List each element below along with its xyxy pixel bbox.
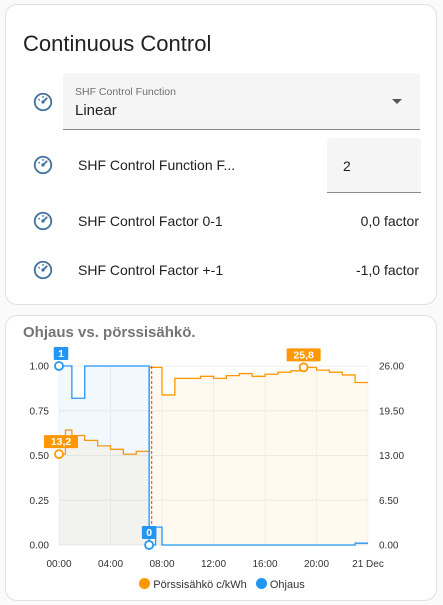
annotation-label: 0 <box>146 527 152 539</box>
gauge-icon <box>33 92 53 112</box>
legend-item-control[interactable]: Ohjaus <box>255 578 305 591</box>
legend-swatch <box>255 578 267 589</box>
y-right-tick-label: 26.00 <box>379 362 404 373</box>
continuous-control-card: Continuous Control SHF Control Function … <box>5 4 437 305</box>
legend-swatch <box>139 578 151 589</box>
annotation-label: 1 <box>58 348 64 360</box>
annotation-label: 25,8 <box>293 349 314 361</box>
number-input-value[interactable]: 2 <box>343 158 351 174</box>
control-factor-0-1-value: 0,0 factor <box>360 213 419 229</box>
x-tick-label: 04:00 <box>98 559 123 570</box>
y-left-tick-label: 0.50 <box>30 451 50 462</box>
gauge-icon <box>33 260 53 280</box>
x-tick-label: 00:00 <box>46 559 71 570</box>
x-tick-label: 21 Dec <box>352 559 384 570</box>
select-value: Linear <box>75 102 117 119</box>
control-function-select[interactable]: SHF Control Function Linear <box>63 73 420 130</box>
annotation-point <box>54 449 64 460</box>
y-right-tick-label: 19.50 <box>379 406 404 417</box>
annotation-point <box>144 540 155 550</box>
control-factor-pm1-label[interactable]: SHF Control Factor +-1 <box>78 262 223 278</box>
y-right-tick-label: 0.00 <box>379 541 399 552</box>
select-label: SHF Control Function <box>75 86 176 98</box>
control-function-factor-input[interactable]: 2 <box>327 138 421 193</box>
chart-card: Ohjaus vs. pörssisähkö. 0.00 0.00 0.25 6.50… <box>5 315 437 601</box>
y-left-tick-label: 0.00 <box>30 541 50 552</box>
annotation-point <box>298 362 309 373</box>
chart-legend: Pörssisähkö c/kWh Ohjaus <box>6 578 438 591</box>
x-tick-label: 08:00 <box>149 559 174 570</box>
x-tick-label: 16:00 <box>252 559 277 570</box>
legend-item-price[interactable]: Pörssisähkö c/kWh <box>139 578 247 591</box>
y-left-tick-label: 1.00 <box>30 362 50 373</box>
control-factor-pm1-value: -1,0 factor <box>355 262 419 278</box>
line-chart[interactable]: 0.00 0.00 0.25 6.50 0.50 13.00 0.75 19.50 1.00 26… <box>6 316 438 578</box>
annotation-point <box>54 361 64 371</box>
y-right-tick-label: 13.00 <box>379 451 404 462</box>
y-right-tick-label: 6.50 <box>379 496 399 507</box>
y-left-tick-label: 0.25 <box>30 496 50 507</box>
x-tick-label: 20:00 <box>304 559 329 570</box>
legend-label: Pörssisähkö c/kWh <box>153 579 247 591</box>
legend-label: Ohjaus <box>269 579 305 591</box>
y-left-tick-label: 0.75 <box>30 406 50 417</box>
annotation-label: 13,2 <box>51 436 72 448</box>
control-function-factor-label: SHF Control Function F... <box>78 157 236 173</box>
card-title: Continuous Control <box>23 31 212 56</box>
chevron-down-icon[interactable] <box>392 99 402 104</box>
x-tick-label: 12:00 <box>201 559 226 570</box>
gauge-icon <box>33 155 53 175</box>
control-factor-0-1-label[interactable]: SHF Control Factor 0-1 <box>78 213 223 229</box>
gauge-icon <box>33 211 53 231</box>
